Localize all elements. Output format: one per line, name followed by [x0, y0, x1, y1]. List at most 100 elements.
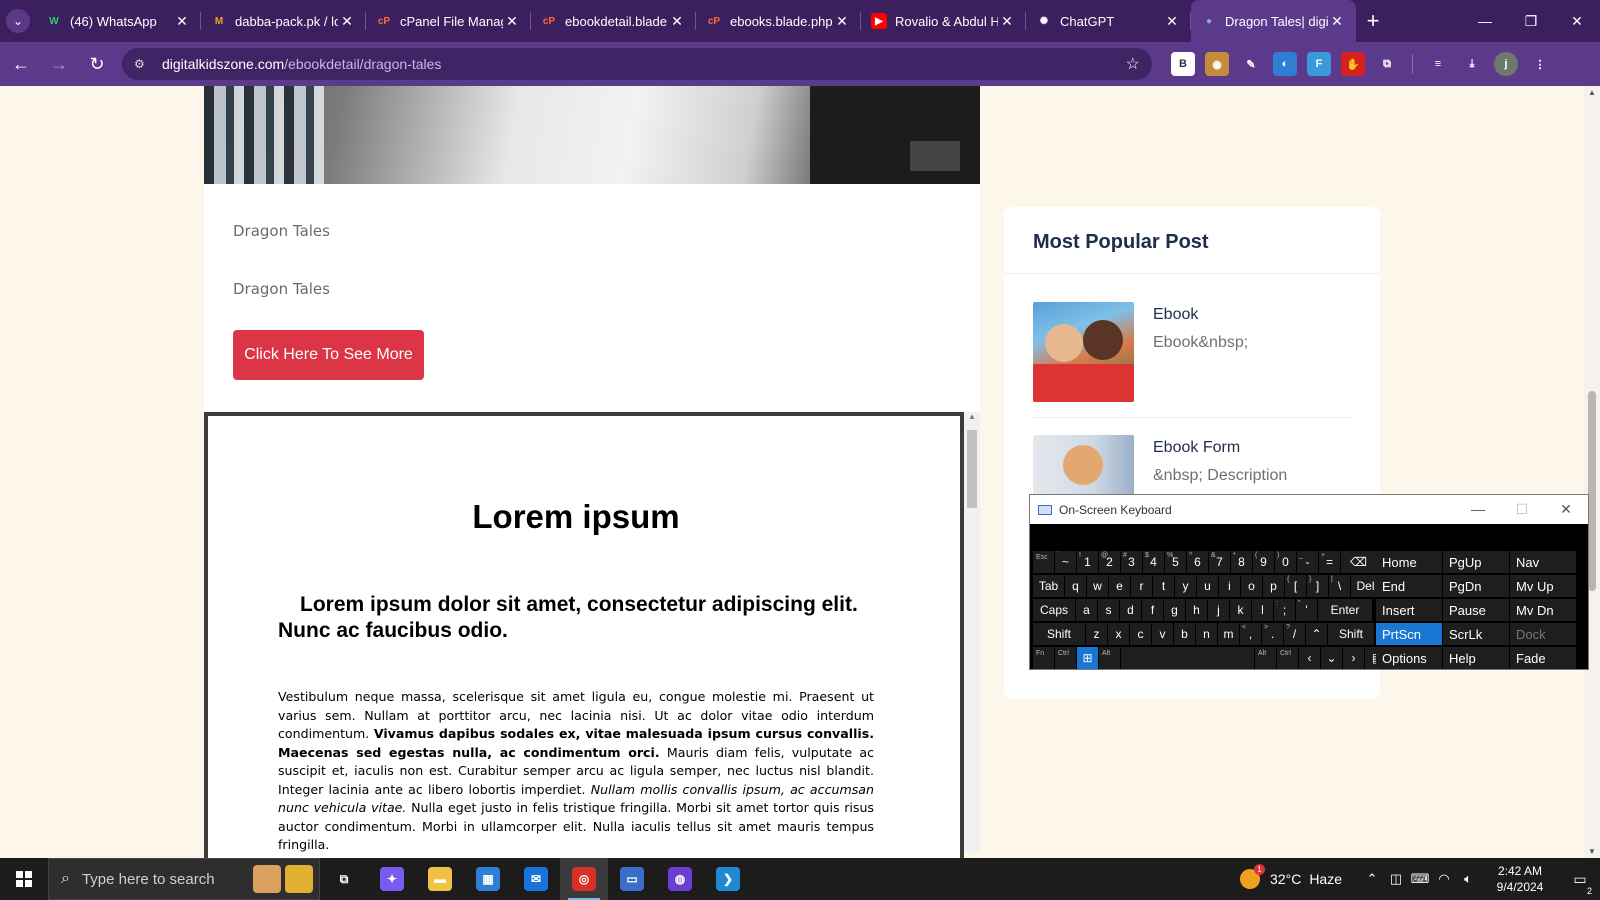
osk-key[interactable]: q [1065, 575, 1086, 597]
osk-key[interactable]: ? / [1284, 623, 1305, 645]
browser-tab[interactable]: ✺ ChatGPT ✕ [1026, 0, 1191, 42]
osk-key[interactable]: Esc [1033, 551, 1054, 573]
osk-key[interactable]: Fn [1033, 647, 1054, 669]
taskbar-app[interactable]: ▦ [464, 858, 512, 900]
osk-nav-key[interactable]: Insert [1376, 599, 1442, 621]
osk-key[interactable]: ^ 6 [1187, 551, 1208, 573]
osk-key[interactable]: <, [1240, 623, 1261, 645]
osk-key[interactable]: Enter [1318, 599, 1372, 621]
osk-key[interactable]: ⌄ [1321, 647, 1342, 669]
camera-icon[interactable]: ◫ [1384, 871, 1408, 887]
start-button[interactable] [0, 858, 48, 900]
osk-key[interactable]: Ctrl [1055, 647, 1076, 669]
taskbar-search-box[interactable]: ⌕ Type here to search [48, 858, 320, 900]
osk-nav-key[interactable]: Home [1376, 551, 1442, 573]
notification-center-button[interactable]: ▭ 2 [1560, 871, 1600, 896]
osk-key[interactable]: {[ [1285, 575, 1306, 597]
font-extension-icon[interactable]: F [1307, 52, 1331, 76]
osk-key[interactable]: % 5 [1165, 551, 1186, 573]
osk-nav-key[interactable]: PgDn [1443, 575, 1509, 597]
osk-key[interactable]: a [1076, 599, 1097, 621]
osk-key[interactable]: c [1130, 623, 1151, 645]
browser-tab[interactable]: cP ebooks.blade.php ✕ [696, 0, 861, 42]
osk-key[interactable]: x [1108, 623, 1129, 645]
tab-close-icon[interactable]: ✕ [998, 13, 1016, 30]
osk-key[interactable]: ‹ [1299, 647, 1320, 669]
osk-key[interactable]: Caps [1033, 599, 1075, 621]
tab-close-icon[interactable]: ✕ [338, 13, 356, 30]
osk-key[interactable]: ⊞ [1077, 647, 1098, 669]
post-thumbnail[interactable] [1033, 302, 1134, 402]
downloads-icon[interactable]: ⤓ [1460, 52, 1484, 76]
browser-tab[interactable]: cP cPanel File Manag ✕ [366, 0, 531, 42]
wifi-icon[interactable]: ◠ [1432, 871, 1456, 887]
osk-key[interactable]: Shift [1033, 623, 1085, 645]
browser-tab[interactable]: Mdabba-pack.pk / lo ✕ [201, 0, 366, 42]
language-icon[interactable]: ⌨ [1408, 871, 1432, 887]
profile-avatar[interactable]: j [1494, 52, 1518, 76]
see-more-button[interactable]: Click Here To See More [233, 330, 424, 380]
taskbar-clock[interactable]: 2:42 AM 9/4/2024 [1480, 863, 1560, 895]
osk-nav-key[interactable]: Nav [1510, 551, 1576, 573]
taskbar-app[interactable]: ▬ [416, 858, 464, 900]
osk-nav-key[interactable]: PrtScn [1376, 623, 1442, 645]
minimize-button[interactable]: — [1462, 0, 1508, 42]
osk-key[interactable]: ` ~ [1055, 551, 1076, 573]
extension-b-icon[interactable]: B [1171, 52, 1195, 76]
osk-key[interactable]: y [1175, 575, 1196, 597]
osk-nav-key[interactable]: ScrLk [1443, 623, 1509, 645]
taskbar-app[interactable]: ✦ [368, 858, 416, 900]
taskbar-app[interactable]: ✉ [512, 858, 560, 900]
osk-key[interactable]: i [1219, 575, 1240, 597]
media-controls-icon[interactable]: ≡ [1426, 52, 1450, 76]
osk-nav-key[interactable]: Help [1443, 647, 1509, 669]
bookmark-star-icon[interactable]: ☆ [1126, 54, 1140, 74]
osk-key[interactable]: r [1131, 575, 1152, 597]
osk-key[interactable]: d [1120, 599, 1141, 621]
scroll-up-arrow-icon[interactable]: ▲ [1584, 88, 1600, 97]
osk-key[interactable] [1121, 647, 1254, 669]
osk-nav-key[interactable]: Options [1376, 647, 1442, 669]
osk-key[interactable]: ⌃ [1306, 623, 1327, 645]
osk-key[interactable]: p [1263, 575, 1284, 597]
taskbar-app[interactable]: ⧉ [320, 858, 368, 900]
osk-key[interactable]: h [1186, 599, 1207, 621]
taskbar-app[interactable]: ❯ [704, 858, 752, 900]
edge-extension-icon[interactable]: ◐ [1273, 52, 1297, 76]
osk-nav-key[interactable]: Fade [1510, 647, 1576, 669]
osk-key[interactable]: w [1087, 575, 1108, 597]
address-bar[interactable]: ⚙ digitalkidszone.com/ebookdetail/dragon… [122, 48, 1152, 80]
osk-key[interactable]: k [1230, 599, 1251, 621]
osk-key[interactable]: (9 [1253, 551, 1274, 573]
tab-search-button[interactable]: ⌄ [0, 0, 36, 42]
osk-key[interactable]: >. [1262, 623, 1283, 645]
cookie-extension-icon[interactable]: ◉ [1205, 52, 1229, 76]
osk-key[interactable]: Alt [1255, 647, 1276, 669]
osk-key[interactable]: v [1152, 623, 1173, 645]
taskbar-app[interactable]: ▭ [608, 858, 656, 900]
eyedropper-extension-icon[interactable]: ✎ [1239, 52, 1263, 76]
weather-widget[interactable]: 1 32°C Haze [1240, 864, 1342, 889]
osk-key[interactable]: _ - [1297, 551, 1318, 573]
osk-key[interactable]: s [1098, 599, 1119, 621]
osk-close-button[interactable]: ✕ [1544, 501, 1588, 518]
osk-key[interactable]: Tab [1033, 575, 1064, 597]
osk-nav-key[interactable]: PgUp [1443, 551, 1509, 573]
osk-key[interactable]: Shift [1328, 623, 1374, 645]
browser-tab[interactable]: W (46) WhatsApp ✕ [36, 0, 201, 42]
forward-button[interactable]: → [42, 47, 76, 81]
osk-key[interactable]: ⌫ [1341, 551, 1376, 573]
osk-nav-key[interactable]: Pause [1443, 599, 1509, 621]
browser-tab[interactable]: ● Dragon Tales| digi ✕ [1191, 0, 1356, 42]
osk-key[interactable]: :; [1274, 599, 1295, 621]
osk-minimize-button[interactable]: — [1456, 501, 1500, 518]
osk-key[interactable]: n [1196, 623, 1217, 645]
tab-close-icon[interactable]: ✕ [833, 13, 851, 30]
osk-key[interactable]: g [1164, 599, 1185, 621]
osk-nav-key[interactable]: Mv Dn [1510, 599, 1576, 621]
document-scroll-thumb[interactable] [967, 430, 977, 508]
osk-key[interactable]: @2 [1099, 551, 1120, 573]
browser-tab[interactable]: ▶ Rovalio & Abdul H ✕ [861, 0, 1026, 42]
site-info-icon[interactable]: ⚙ [134, 57, 152, 71]
reload-button[interactable]: ↻ [80, 47, 114, 81]
